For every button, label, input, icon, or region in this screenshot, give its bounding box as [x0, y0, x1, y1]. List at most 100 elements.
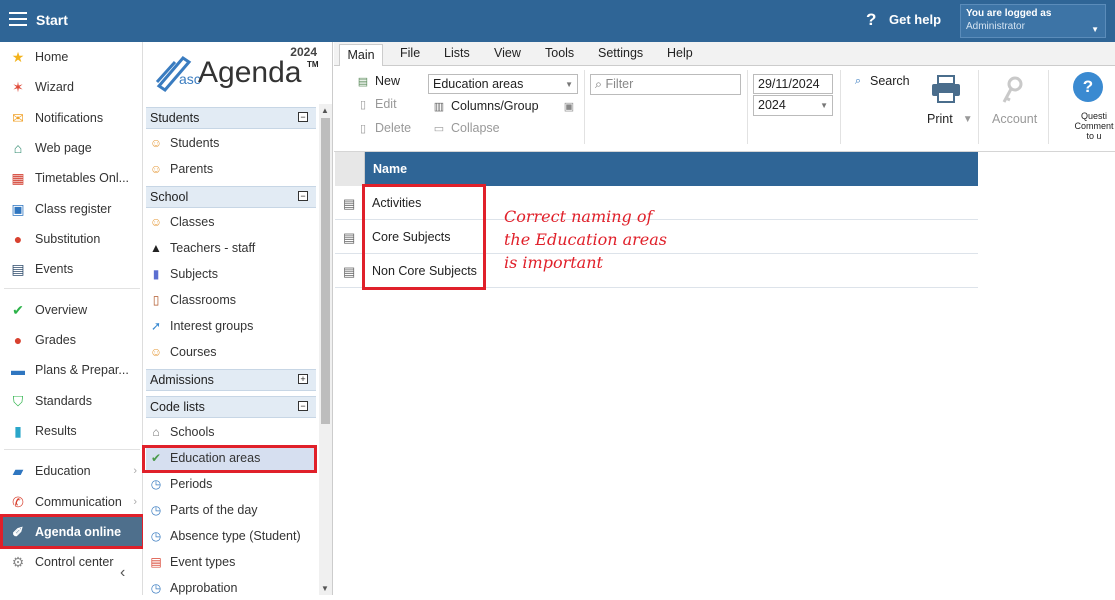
timetable-icon: ▦: [11, 169, 25, 186]
list-item-classrooms[interactable]: ▯ Classrooms: [146, 288, 316, 312]
expand-toggle-icon[interactable]: +: [298, 374, 308, 384]
nav-item-education[interactable]: ▰ Education ›: [0, 457, 143, 485]
get-help-button[interactable]: Get help: [889, 12, 941, 27]
list-item-students[interactable]: ☺ Students: [146, 131, 316, 155]
nav-label: Web page: [35, 141, 92, 155]
question-icon[interactable]: ?: [1073, 72, 1103, 102]
list-item-absence-type[interactable]: ◷ Absence type (Student): [146, 524, 316, 548]
nav-item-substitution[interactable]: ● Substitution: [0, 225, 143, 253]
scroll-down-icon[interactable]: ▼: [321, 584, 329, 593]
section-title: Admissions: [150, 373, 214, 387]
graduation-cap-icon: ▲: [150, 241, 162, 255]
nav-item-overview[interactable]: ✔ Overview: [0, 296, 143, 324]
ribbon-divider: [747, 70, 748, 144]
nav-label: Events: [35, 262, 74, 276]
list-item-parts-of-day[interactable]: ◷ Parts of the day: [146, 498, 316, 522]
hamburger-menu-icon[interactable]: [9, 12, 27, 28]
calendar-icon: ▤: [11, 260, 25, 277]
section-admissions[interactable]: Admissions +: [146, 369, 316, 391]
nav-label: Timetables Onl...: [35, 171, 130, 185]
nav-item-standards[interactable]: ⛉ Standards: [0, 387, 143, 415]
nav-label: Communication: [35, 495, 122, 509]
item-label: Subjects: [170, 267, 218, 281]
nav-item-class-register[interactable]: ▣ Class register: [0, 195, 143, 223]
save-layout-button[interactable]: ▣: [562, 99, 581, 113]
collapse-toggle-icon[interactable]: −: [298, 401, 308, 411]
questions-comments-button[interactable]: Questi Comment to u: [1073, 111, 1115, 141]
list-item-teachers[interactable]: ▲ Teachers - staff: [146, 236, 316, 260]
list-item-schools[interactable]: ⌂ Schools: [146, 420, 316, 444]
nav-item-timetables[interactable]: ▦ Timetables Onl...: [0, 164, 143, 192]
menu-settings[interactable]: Settings: [598, 46, 643, 60]
menu-lists[interactable]: Lists: [444, 46, 470, 60]
delete-button[interactable]: ▯ Delete: [356, 121, 411, 135]
collapse-button[interactable]: ▭ Collapse: [432, 121, 500, 135]
nav-item-notifications[interactable]: ✉ Notifications: [0, 104, 143, 132]
account-button[interactable]: Account: [992, 112, 1037, 126]
collapse-sidebar-icon[interactable]: ‹: [120, 564, 125, 582]
list-item-subjects[interactable]: ▮ Subjects: [146, 262, 316, 286]
tab-main[interactable]: Main: [339, 44, 383, 67]
nav-item-grades[interactable]: ● Grades: [0, 326, 143, 354]
collapse-label: Collapse: [451, 121, 500, 135]
nav-label: Results: [35, 424, 77, 438]
edit-button[interactable]: ▯ Edit: [356, 97, 397, 111]
list-type-select[interactable]: Education areas ▼: [428, 74, 578, 94]
user-menu[interactable]: You are logged as Administrator ▼: [960, 4, 1106, 38]
year-select[interactable]: 2024 ▼: [753, 95, 833, 116]
question-label-line: Comment: [1074, 121, 1114, 131]
list-item-courses[interactable]: ☺ Courses: [146, 340, 316, 364]
item-label: Event types: [170, 555, 236, 569]
scroll-up-icon[interactable]: ▲: [321, 106, 329, 115]
clock-icon: ◷: [150, 503, 162, 517]
item-label: Education areas: [170, 451, 261, 465]
menu-view[interactable]: View: [494, 46, 521, 60]
collapse-toggle-icon[interactable]: −: [298, 191, 308, 201]
section-code-lists[interactable]: Code lists −: [146, 396, 316, 418]
scrollbar-thumb[interactable]: [321, 118, 330, 424]
nav-item-events[interactable]: ▤ Events: [0, 255, 143, 283]
annotation-line: is important: [504, 253, 603, 272]
menu-tools[interactable]: Tools: [545, 46, 574, 60]
list-item-parents[interactable]: ☺ Parents: [146, 157, 316, 181]
question-icon[interactable]: ?: [866, 10, 876, 30]
list-item-education-areas[interactable]: ✔ Education areas: [146, 446, 316, 470]
nav-item-home[interactable]: ★ Home: [0, 43, 143, 71]
list-item-interest-groups[interactable]: ➚ Interest groups: [146, 314, 316, 338]
item-label: Courses: [170, 345, 217, 359]
book-icon: ▮: [152, 267, 160, 281]
menu-file[interactable]: File: [400, 46, 420, 60]
wand-icon: ✶: [12, 78, 24, 95]
nav-label: Overview: [35, 303, 88, 317]
collapse-toggle-icon[interactable]: −: [298, 112, 308, 122]
nav-item-results[interactable]: ▮ Results: [0, 417, 143, 445]
section-students[interactable]: Students −: [146, 107, 316, 129]
nav-label: Class register: [35, 202, 112, 216]
chevron-right-icon: ›: [133, 496, 137, 508]
search-icon: ⌕: [595, 77, 603, 91]
start-label[interactable]: Start: [36, 12, 68, 28]
list-item-periods[interactable]: ◷ Periods: [146, 472, 316, 496]
columns-group-button[interactable]: ▥ Columns/Group: [432, 99, 539, 113]
section-school[interactable]: School −: [146, 186, 316, 208]
printer-icon[interactable]: [926, 74, 966, 104]
nav-item-plans[interactable]: ▬ Plans & Prepar...: [0, 356, 143, 384]
print-button[interactable]: Print ▼: [927, 112, 973, 126]
menu-help[interactable]: Help: [667, 46, 693, 60]
nav-item-communication[interactable]: ✆ Communication ›: [0, 488, 143, 516]
nav-item-web-page[interactable]: ⌂ Web page: [0, 134, 143, 162]
list-item-event-types[interactable]: ▤ Event types: [146, 550, 316, 574]
module-panel: 2024 asc Agenda TM Students − ☺ Students …: [143, 42, 333, 595]
column-header-name[interactable]: Name: [373, 162, 407, 176]
filter-input[interactable]: ⌕ Filter: [590, 74, 741, 95]
date-input[interactable]: 29/11/2024: [753, 74, 833, 94]
new-button[interactable]: ▤ New: [356, 74, 400, 88]
vertical-scrollbar[interactable]: ▲ ▼: [319, 104, 332, 595]
house-icon: ⌂: [13, 140, 23, 156]
nav-item-agenda-online[interactable]: ✐ Agenda online: [0, 517, 143, 547]
nav-label: Control center: [35, 555, 114, 569]
list-item-classes[interactable]: ☺ Classes: [146, 210, 316, 234]
nav-item-wizard[interactable]: ✶ Wizard: [0, 73, 143, 101]
search-button[interactable]: ⌕ Search: [851, 74, 910, 88]
list-item-approbation[interactable]: ◷ Approbation: [146, 576, 316, 600]
